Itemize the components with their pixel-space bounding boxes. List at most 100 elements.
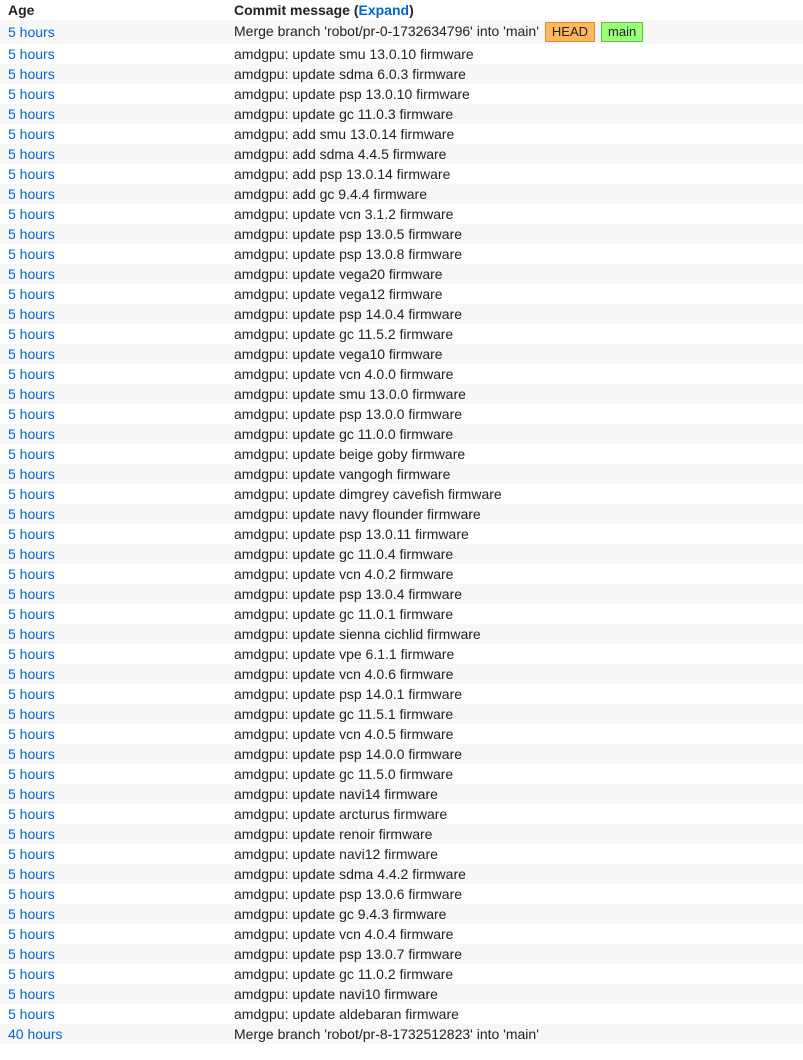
commit-message-link[interactable]: amdgpu: update psp 13.0.0 firmware xyxy=(234,406,462,422)
age-link[interactable]: 5 hours xyxy=(8,526,55,542)
age-link[interactable]: 5 hours xyxy=(8,826,55,842)
main-branch-tag[interactable]: main xyxy=(601,22,643,42)
age-link[interactable]: 5 hours xyxy=(8,546,55,562)
age-link[interactable]: 5 hours xyxy=(8,306,55,322)
commit-message-link[interactable]: amdgpu: update gc 11.0.0 firmware xyxy=(234,426,453,442)
commit-message-link[interactable]: amdgpu: update gc 11.0.2 firmware xyxy=(234,966,453,982)
age-link[interactable]: 5 hours xyxy=(8,1006,55,1022)
commit-message-link[interactable]: amdgpu: update gc 9.4.3 firmware xyxy=(234,906,446,922)
commit-message-link[interactable]: amdgpu: update vcn 4.0.5 firmware xyxy=(234,726,453,742)
commit-message-link[interactable]: amdgpu: update psp 13.0.11 firmware xyxy=(234,526,469,542)
commit-message-link[interactable]: amdgpu: update smu 13.0.10 firmware xyxy=(234,46,474,62)
expand-link[interactable]: Expand xyxy=(358,2,409,18)
commit-message-link[interactable]: amdgpu: update navi10 firmware xyxy=(234,986,438,1002)
commit-message-link[interactable]: amdgpu: update vcn 4.0.6 firmware xyxy=(234,666,453,682)
commit-message-link[interactable]: amdgpu: update psp 14.0.1 firmware xyxy=(234,686,462,702)
commit-message-link[interactable]: amdgpu: add gc 9.4.4 firmware xyxy=(234,186,427,202)
age-link[interactable]: 5 hours xyxy=(8,24,55,40)
age-link[interactable]: 5 hours xyxy=(8,706,55,722)
commit-message-link[interactable]: amdgpu: update gc 11.0.3 firmware xyxy=(234,106,453,122)
commit-message-link[interactable]: amdgpu: update psp 13.0.8 firmware xyxy=(234,246,462,262)
age-link[interactable]: 5 hours xyxy=(8,486,55,502)
commit-message-link[interactable]: amdgpu: update vega10 firmware xyxy=(234,346,443,362)
commit-message-link[interactable]: amdgpu: update dimgrey cavefish firmware xyxy=(234,486,502,502)
commit-message-link[interactable]: amdgpu: update psp 13.0.7 firmware xyxy=(234,946,462,962)
commit-message-link[interactable]: Merge branch 'robot/pr-8-1732512823' int… xyxy=(234,1026,539,1042)
commit-message-link[interactable]: amdgpu: update aldebaran firmware xyxy=(234,1006,459,1022)
commit-message-link[interactable]: amdgpu: update beige goby firmware xyxy=(234,446,465,462)
commit-message-link[interactable]: amdgpu: update renoir firmware xyxy=(234,826,432,842)
age-link[interactable]: 5 hours xyxy=(8,246,55,262)
commit-message-link[interactable]: amdgpu: update smu 13.0.0 firmware xyxy=(234,386,466,402)
commit-message-link[interactable]: amdgpu: update vcn 3.1.2 firmware xyxy=(234,206,453,222)
commit-message-link[interactable]: amdgpu: update psp 14.0.4 firmware xyxy=(234,306,462,322)
age-link[interactable]: 5 hours xyxy=(8,606,55,622)
commit-message-link[interactable]: amdgpu: update vcn 4.0.0 firmware xyxy=(234,366,453,382)
commit-message-link[interactable]: amdgpu: update vega20 firmware xyxy=(234,266,443,282)
age-link[interactable]: 5 hours xyxy=(8,946,55,962)
age-link[interactable]: 5 hours xyxy=(8,986,55,1002)
commit-message-link[interactable]: amdgpu: update vega12 firmware xyxy=(234,286,443,302)
age-link[interactable]: 5 hours xyxy=(8,686,55,702)
age-link[interactable]: 40 hours xyxy=(8,1026,62,1042)
commit-message-link[interactable]: amdgpu: update psp 14.0.0 firmware xyxy=(234,746,462,762)
age-link[interactable]: 5 hours xyxy=(8,366,55,382)
age-link[interactable]: 5 hours xyxy=(8,346,55,362)
age-link[interactable]: 5 hours xyxy=(8,786,55,802)
age-link[interactable]: 5 hours xyxy=(8,806,55,822)
commit-message-link[interactable]: amdgpu: update sienna cichlid firmware xyxy=(234,626,481,642)
age-link[interactable]: 5 hours xyxy=(8,86,55,102)
commit-message-link[interactable]: amdgpu: update gc 11.5.2 firmware xyxy=(234,326,453,342)
age-link[interactable]: 5 hours xyxy=(8,126,55,142)
age-link[interactable]: 5 hours xyxy=(8,666,55,682)
age-link[interactable]: 5 hours xyxy=(8,386,55,402)
age-link[interactable]: 5 hours xyxy=(8,966,55,982)
age-link[interactable]: 5 hours xyxy=(8,146,55,162)
age-link[interactable]: 5 hours xyxy=(8,866,55,882)
commit-message-link[interactable]: amdgpu: add smu 13.0.14 firmware xyxy=(234,126,454,142)
commit-message-link[interactable]: amdgpu: update sdma 4.4.2 firmware xyxy=(234,866,466,882)
commit-message-link[interactable]: amdgpu: update gc 11.5.1 firmware xyxy=(234,706,453,722)
age-link[interactable]: 5 hours xyxy=(8,206,55,222)
age-link[interactable]: 5 hours xyxy=(8,266,55,282)
commit-message-link[interactable]: amdgpu: update vcn 4.0.4 firmware xyxy=(234,926,453,942)
age-link[interactable]: 5 hours xyxy=(8,286,55,302)
commit-message-link[interactable]: amdgpu: update gc 11.0.4 firmware xyxy=(234,546,453,562)
age-link[interactable]: 5 hours xyxy=(8,446,55,462)
age-link[interactable]: 5 hours xyxy=(8,166,55,182)
age-link[interactable]: 5 hours xyxy=(8,566,55,582)
head-tag[interactable]: HEAD xyxy=(545,22,595,42)
commit-message-link[interactable]: Merge branch 'robot/pr-0-1732634796' int… xyxy=(234,23,539,39)
commit-message-link[interactable]: amdgpu: update vcn 4.0.2 firmware xyxy=(234,566,453,582)
commit-message-link[interactable]: amdgpu: update psp 13.0.5 firmware xyxy=(234,226,462,242)
commit-message-link[interactable]: amdgpu: add psp 13.0.14 firmware xyxy=(234,166,450,182)
age-link[interactable]: 5 hours xyxy=(8,326,55,342)
age-link[interactable]: 5 hours xyxy=(8,66,55,82)
age-link[interactable]: 5 hours xyxy=(8,886,55,902)
age-link[interactable]: 5 hours xyxy=(8,46,55,62)
age-link[interactable]: 5 hours xyxy=(8,926,55,942)
commit-message-link[interactable]: amdgpu: update psp 13.0.10 firmware xyxy=(234,86,470,102)
age-link[interactable]: 5 hours xyxy=(8,746,55,762)
commit-message-link[interactable]: amdgpu: update sdma 6.0.3 firmware xyxy=(234,66,466,82)
age-link[interactable]: 5 hours xyxy=(8,586,55,602)
commit-message-link[interactable]: amdgpu: update arcturus firmware xyxy=(234,806,447,822)
age-column-header[interactable]: Age xyxy=(0,0,226,20)
commit-message-link[interactable]: amdgpu: update vangogh firmware xyxy=(234,466,450,482)
age-link[interactable]: 5 hours xyxy=(8,426,55,442)
age-link[interactable]: 5 hours xyxy=(8,766,55,782)
commit-message-link[interactable]: amdgpu: add sdma 4.4.5 firmware xyxy=(234,146,446,162)
commit-message-link[interactable]: amdgpu: update vpe 6.1.1 firmware xyxy=(234,646,454,662)
commit-message-link[interactable]: amdgpu: update navy flounder firmware xyxy=(234,506,481,522)
age-link[interactable]: 5 hours xyxy=(8,846,55,862)
age-link[interactable]: 5 hours xyxy=(8,106,55,122)
age-link[interactable]: 5 hours xyxy=(8,186,55,202)
age-link[interactable]: 5 hours xyxy=(8,726,55,742)
commit-message-link[interactable]: amdgpu: update psp 13.0.4 firmware xyxy=(234,586,462,602)
age-link[interactable]: 5 hours xyxy=(8,506,55,522)
age-link[interactable]: 5 hours xyxy=(8,406,55,422)
commit-message-link[interactable]: amdgpu: update gc 11.5.0 firmware xyxy=(234,766,453,782)
age-link[interactable]: 5 hours xyxy=(8,466,55,482)
commit-message-link[interactable]: amdgpu: update navi14 firmware xyxy=(234,786,438,802)
age-link[interactable]: 5 hours xyxy=(8,646,55,662)
